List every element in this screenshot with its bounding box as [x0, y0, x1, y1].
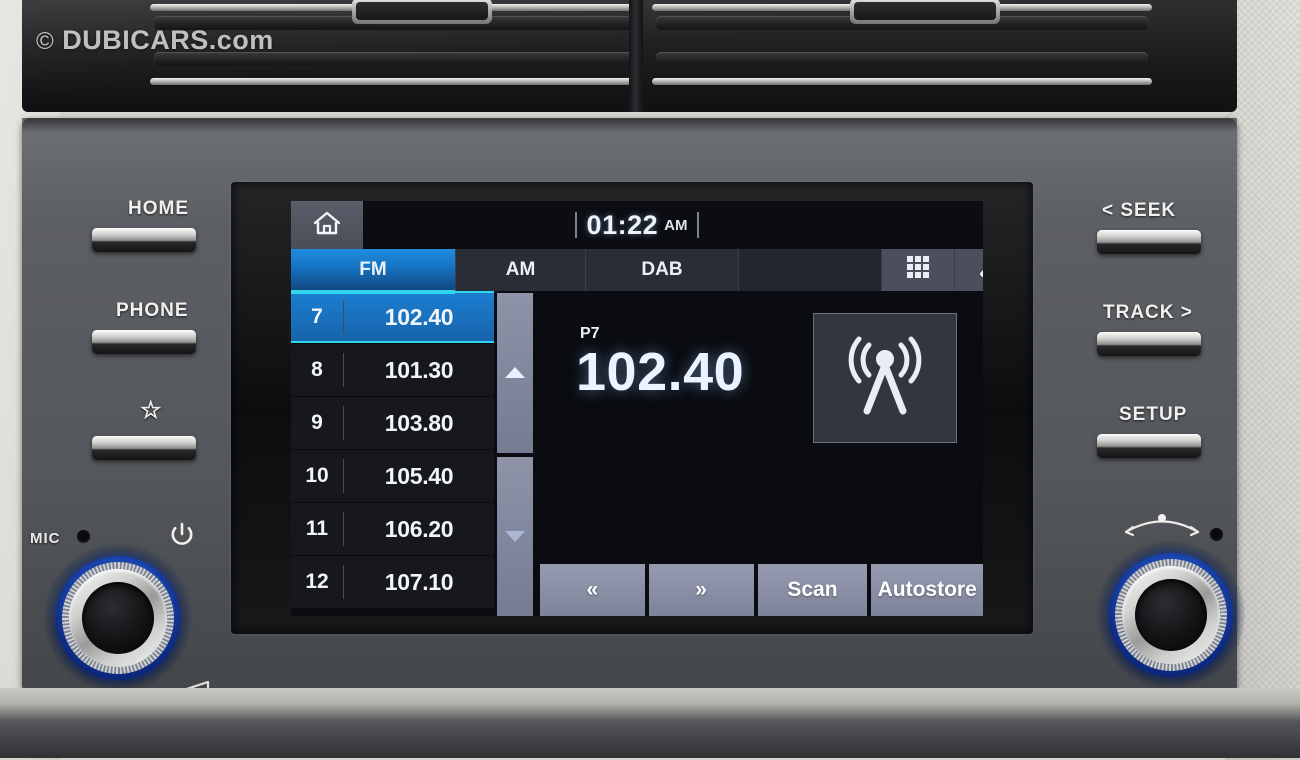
preset-number: 8: [311, 358, 323, 381]
current-frequency: 102.40: [576, 342, 745, 402]
phone-hard-button[interactable]: [92, 330, 196, 354]
tab-spacer: [739, 249, 882, 291]
radio-content: 7 102.40 8 101.30 9 103.80 10 105.40 11 …: [291, 291, 983, 616]
autostore-button[interactable]: Autostore: [871, 564, 983, 616]
mic-label: MIC: [30, 530, 61, 547]
sensor-hole: [1210, 528, 1223, 541]
vent-direction-tab[interactable]: [352, 0, 492, 24]
back-button[interactable]: [955, 249, 983, 291]
vent-blade: [656, 52, 1148, 66]
clock-ampm: AM: [664, 216, 688, 234]
clock-time: 01:22: [586, 209, 659, 240]
vent-blade: [154, 52, 634, 66]
apps-grid-icon: [905, 254, 931, 286]
back-arrow-icon: [976, 253, 983, 287]
favorite-hard-button[interactable]: [92, 436, 196, 460]
home-hard-button[interactable]: [92, 228, 196, 252]
preset-list: 7 102.40 8 101.30 9 103.80 10 105.40 11 …: [291, 291, 494, 616]
tune-select-knob[interactable]: [1097, 541, 1245, 689]
screen-bezel: 01:22 AM FM AM DAB 7 102.40 8 101.30 9 1…: [231, 182, 1033, 634]
phone-button-label: PHONE: [116, 300, 189, 321]
vent-chrome-trim: [150, 78, 640, 85]
scan-button[interactable]: Scan: [757, 564, 868, 616]
setup-hard-button[interactable]: [1097, 434, 1201, 458]
preset-frequency: 101.30: [384, 356, 454, 383]
preset-row[interactable]: 11 106.20: [291, 503, 494, 556]
air-vent-panel: [22, 0, 1237, 112]
preset-frequency: 105.40: [384, 462, 454, 489]
track-button-label: TRACK >: [1103, 302, 1193, 323]
star-icon: ☆: [140, 397, 163, 424]
preset-row[interactable]: 7 102.40: [291, 291, 494, 344]
preset-frequency: 102.40: [384, 303, 454, 330]
seek-down-button[interactable]: «: [540, 564, 645, 616]
preset-row[interactable]: 10 105.40: [291, 450, 494, 503]
caret-down-icon: [505, 530, 525, 542]
home-tab-button[interactable]: [291, 201, 363, 249]
tab-am[interactable]: AM: [456, 249, 586, 291]
seek-button-label: < SEEK: [1102, 200, 1177, 221]
preset-scrollbar: [494, 291, 536, 616]
tab-dab[interactable]: DAB: [586, 249, 739, 291]
radio-tower-icon: [839, 333, 931, 424]
home-button-label: HOME: [128, 198, 189, 219]
seek-hard-button[interactable]: [1097, 230, 1201, 254]
preset-row[interactable]: 12 107.10: [291, 556, 494, 609]
power-icon: [169, 521, 195, 554]
head-unit-body: HOME PHONE ☆ < SEEK TRACK > SETUP MIC 01…: [0, 118, 1300, 758]
preset-frequency: 107.10: [384, 568, 454, 595]
preset-frequency: 103.80: [384, 409, 454, 436]
scroll-up-button[interactable]: [497, 293, 533, 453]
head-unit-top-shadow: [22, 118, 1237, 132]
infotainment-screen[interactable]: 01:22 AM FM AM DAB 7 102.40 8 101.30 9 1…: [291, 201, 983, 616]
status-bar: 01:22 AM: [291, 201, 983, 249]
knob-face: [1135, 579, 1207, 651]
caret-up-icon: [505, 367, 525, 379]
knob-face: [82, 582, 154, 654]
station-logo-box: [813, 313, 957, 443]
preset-number: 7: [311, 305, 323, 328]
preset-number: 9: [311, 411, 323, 434]
home-icon: [312, 209, 342, 242]
power-volume-knob[interactable]: [44, 544, 192, 692]
tab-fm[interactable]: FM: [291, 249, 456, 294]
clock-container: 01:22 AM: [291, 201, 983, 249]
preset-row[interactable]: 9 103.80: [291, 397, 494, 450]
preset-frequency: 106.20: [384, 515, 454, 542]
scroll-down-button[interactable]: [497, 456, 533, 616]
vent-direction-tab[interactable]: [850, 0, 1000, 24]
clock-separator-right: [697, 212, 700, 238]
preset-number: 10: [305, 464, 329, 487]
clock-separator-left: [574, 212, 577, 238]
track-hard-button[interactable]: [1097, 332, 1201, 356]
source-tab-bar: FM AM DAB: [291, 249, 983, 294]
vent-center-divider: [629, 0, 643, 112]
vent-chrome-trim: [652, 78, 1152, 85]
dashboard-scene: HOME PHONE ☆ < SEEK TRACK > SETUP MIC 01…: [0, 0, 1300, 760]
setup-button-label: SETUP: [1119, 404, 1188, 425]
tuner-pane: P7 102.40 « » Scan Autostore: [536, 291, 983, 616]
preset-number: 11: [305, 517, 329, 540]
preset-number: 12: [305, 570, 329, 593]
tuner-controls: « » Scan Autostore: [536, 564, 983, 616]
center-console-base: [0, 688, 1300, 758]
preset-row[interactable]: 8 101.30: [291, 344, 494, 397]
microphone-hole: [77, 530, 90, 543]
apps-grid-button[interactable]: [882, 249, 955, 291]
seek-up-button[interactable]: »: [648, 564, 754, 616]
